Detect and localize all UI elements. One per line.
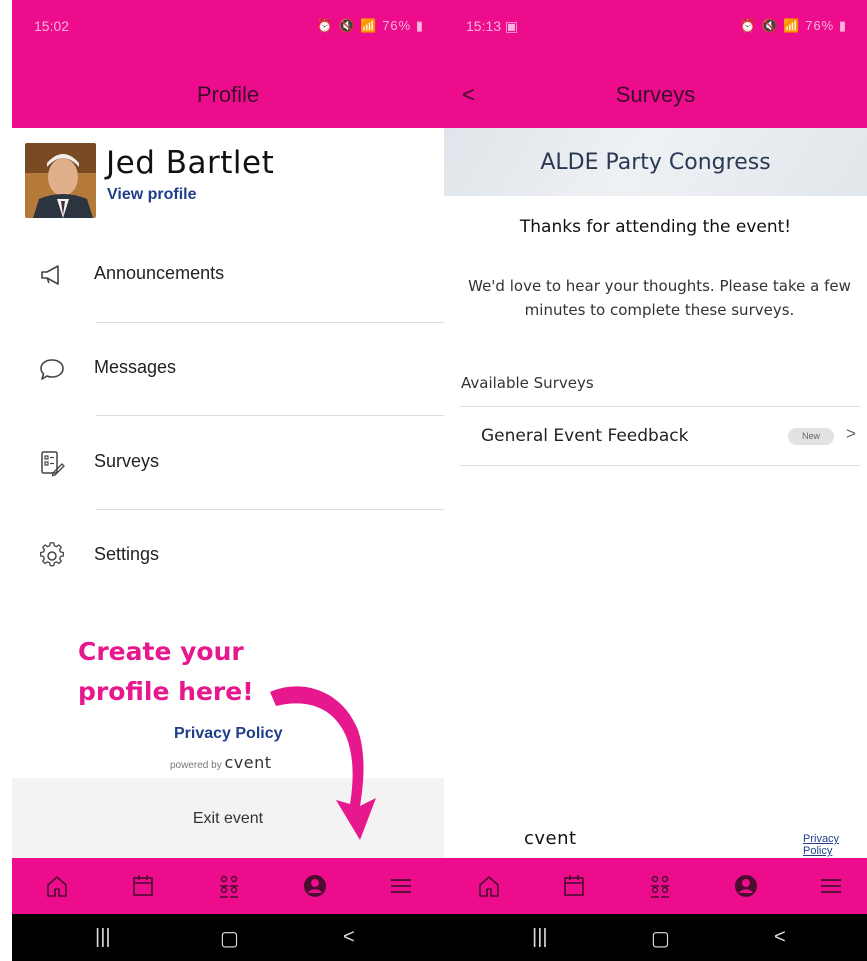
menu-label: Announcements bbox=[94, 263, 225, 283]
gear-icon bbox=[39, 542, 65, 567]
survey-list-icon bbox=[41, 451, 65, 477]
divider bbox=[96, 415, 444, 416]
back-icon[interactable]: < bbox=[774, 926, 786, 949]
divider bbox=[96, 322, 444, 323]
megaphone-icon bbox=[41, 265, 59, 285]
chevron-right-icon: > bbox=[846, 424, 856, 443]
menu-icon[interactable] bbox=[388, 873, 414, 899]
recent-apps-icon[interactable]: ||| bbox=[95, 926, 111, 949]
home-button-icon[interactable]: ▢ bbox=[220, 926, 239, 951]
section-label: Available Surveys bbox=[461, 374, 594, 392]
menu-item-settings[interactable]: Settings bbox=[12, 532, 444, 582]
calendar-icon[interactable] bbox=[561, 873, 587, 899]
battery-percent: 76% bbox=[805, 18, 835, 33]
profile-name: Jed Bartlet bbox=[106, 145, 275, 181]
avatar[interactable] bbox=[25, 143, 96, 218]
menu-item-announcements[interactable]: Announcements bbox=[12, 251, 444, 301]
menu-label: Messages bbox=[94, 357, 177, 377]
cvent-logo: cvent bbox=[524, 828, 577, 849]
curved-arrow-icon bbox=[270, 686, 376, 840]
powered-by-label: powered by bbox=[170, 760, 222, 771]
profile-icon[interactable] bbox=[302, 873, 328, 899]
home-icon[interactable] bbox=[476, 873, 502, 899]
powered-by: powered by cvent bbox=[170, 753, 272, 772]
bottom-nav bbox=[444, 858, 867, 914]
survey-label: General Event Feedback bbox=[481, 426, 689, 446]
status-icons: ⏰ 🔇 📶 76% ▮ bbox=[739, 18, 847, 33]
status-time: 15:13 ▣ bbox=[466, 18, 519, 34]
privacy-policy-link[interactable]: Privacy Policy bbox=[803, 833, 867, 857]
view-profile-link[interactable]: View profile bbox=[107, 186, 197, 204]
status-time: 15:02 bbox=[34, 18, 70, 34]
promo-annotation: Create your profile here! bbox=[78, 632, 254, 712]
new-badge: New bbox=[788, 428, 834, 445]
profile-screen: 15:02 ⏰ 🔇 📶 76% ▮ Profile Jed Bartlet Vi… bbox=[12, 0, 444, 961]
divider bbox=[96, 509, 444, 510]
calendar-icon[interactable] bbox=[130, 873, 156, 899]
menu-label: Settings bbox=[94, 544, 160, 564]
promo-line: profile here! bbox=[78, 677, 254, 706]
event-name: ALDE Party Congress bbox=[540, 150, 771, 175]
page-title: Surveys bbox=[615, 82, 696, 107]
recent-apps-icon[interactable]: ||| bbox=[532, 926, 548, 949]
bottom-nav bbox=[12, 858, 444, 914]
thanks-heading: Thanks for attending the event! bbox=[519, 217, 792, 237]
event-banner: ALDE Party Congress bbox=[444, 128, 867, 196]
left-margin bbox=[0, 0, 12, 961]
page-title: Profile bbox=[196, 82, 260, 107]
surveys-screen: 15:13 ▣ ⏰ 🔇 📶 76% ▮ < Surveys ALDE Party… bbox=[444, 0, 867, 961]
menu-label: Surveys bbox=[94, 451, 160, 471]
promo-line: Create your bbox=[78, 637, 244, 666]
home-icon[interactable] bbox=[44, 873, 70, 899]
attendees-icon[interactable] bbox=[647, 873, 673, 899]
intro-text: We'd love to hear your thoughts. Please … bbox=[468, 277, 851, 319]
attendees-icon[interactable] bbox=[216, 873, 242, 899]
profile-icon[interactable] bbox=[733, 873, 759, 899]
menu-icon[interactable] bbox=[818, 873, 844, 899]
battery-percent: 76% bbox=[382, 18, 412, 33]
menu-item-messages[interactable]: Messages bbox=[12, 345, 444, 395]
status-time-text: 15:13 bbox=[466, 18, 502, 34]
system-nav-bar: ||| ▢ < bbox=[444, 914, 867, 961]
menu-item-surveys[interactable]: Surveys bbox=[12, 439, 444, 489]
speech-bubble-icon bbox=[40, 359, 64, 380]
home-button-icon[interactable]: ▢ bbox=[651, 926, 670, 951]
system-nav-bar: ||| ▢ < bbox=[12, 914, 444, 961]
back-icon[interactable]: < bbox=[343, 926, 355, 949]
status-icons: ⏰ 🔇 📶 76% ▮ bbox=[316, 18, 424, 33]
survey-row[interactable]: General Event Feedback New > bbox=[460, 406, 860, 466]
